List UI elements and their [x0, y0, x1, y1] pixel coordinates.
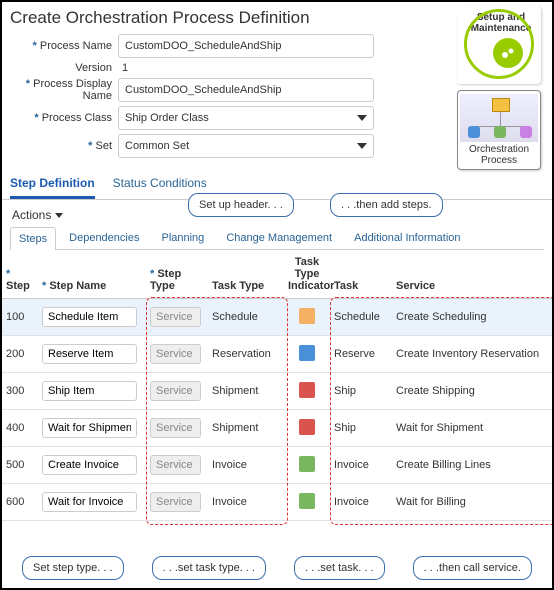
step-name-input[interactable] — [42, 344, 137, 364]
callout-step-type: Set step type. . . — [22, 556, 124, 580]
cell-service: Create Scheduling — [392, 299, 552, 336]
process-class-label: Process Class — [10, 112, 118, 124]
cell-service: Create Shipping — [392, 373, 552, 410]
invoice-icon — [299, 493, 315, 509]
table-row[interactable]: 200 Reservation ReserveCreate Inventory Re… — [2, 336, 552, 373]
cell-service: Wait for Billing — [392, 484, 552, 521]
reserve-icon — [299, 345, 315, 361]
cell-task: Ship — [330, 373, 392, 410]
setup-maintenance-badge[interactable]: Setup and Maintenance — [457, 6, 541, 84]
cell-task-type: Invoice — [208, 447, 284, 484]
step-name-input[interactable] — [42, 492, 137, 512]
cell-task-type: Invoice — [208, 484, 284, 521]
ship-icon — [299, 419, 315, 435]
table-row[interactable]: 400 Shipment ShipWait for Shipment — [2, 410, 552, 447]
subtab-planning[interactable]: Planning — [152, 226, 213, 249]
set-select[interactable]: Common Set — [118, 134, 374, 158]
sub-tabs: StepsDependenciesPlanningChange Manageme… — [2, 226, 552, 249]
table-row[interactable]: 500InvoiceInvoiceCreate Billing Lines — [2, 447, 552, 484]
cell-task-type: Schedule — [208, 299, 284, 336]
orchestration-diagram-icon — [460, 94, 538, 142]
cell-step: 600 — [2, 484, 38, 521]
ship-icon — [299, 382, 315, 398]
orchestration-process-badge[interactable]: Orchestration Process — [457, 90, 541, 170]
cell-task: Reserve — [330, 336, 392, 373]
step-type-input[interactable] — [150, 307, 201, 327]
subtab-dependencies[interactable]: Dependencies — [60, 226, 148, 249]
table-row[interactable]: 600InvoiceInvoiceWait for Billing — [2, 484, 552, 521]
col-task-type-indicator[interactable]: Task Type Indicator — [284, 250, 330, 299]
subtab-steps[interactable]: Steps — [10, 227, 56, 250]
step-name-input[interactable] — [42, 307, 137, 327]
cell-step: 200 — [2, 336, 38, 373]
process-class-value: Ship Order Class — [125, 112, 209, 124]
col-step-name[interactable]: * Step Name — [38, 250, 146, 299]
display-name-input[interactable] — [118, 78, 374, 102]
steps-table: * Step * Step Name * Step Type Task Type… — [2, 250, 552, 521]
col-service[interactable]: Service — [392, 250, 552, 299]
set-value: Common Set — [125, 140, 189, 152]
gears-icon — [493, 38, 523, 68]
table-row[interactable]: 100ScheduleScheduleCreate Scheduling — [2, 299, 552, 336]
invoice-icon — [299, 456, 315, 472]
cell-task: Ship — [330, 410, 392, 447]
col-step-type[interactable]: * Step Type — [146, 250, 208, 299]
cell-service: Wait for Shipment — [392, 410, 552, 447]
col-task[interactable]: Task — [330, 250, 392, 299]
badge-stack: Setup and Maintenance Orchestration Proc… — [454, 6, 544, 170]
cell-task-type: Reservation — [208, 336, 284, 373]
version-label: Version — [10, 62, 118, 74]
step-name-input[interactable] — [42, 455, 137, 475]
tab-step-definition[interactable]: Step Definition — [10, 170, 95, 199]
cell-step: 100 — [2, 299, 38, 336]
chevron-down-icon — [55, 213, 63, 218]
setup-circle-icon — [464, 9, 534, 79]
callout-add-steps: . . .then add steps. — [330, 193, 443, 217]
cell-step: 300 — [2, 373, 38, 410]
process-name-label: Process Name — [10, 40, 118, 52]
process-class-select[interactable]: Ship Order Class — [118, 106, 374, 130]
cell-service: Create Inventory Reservation — [392, 336, 552, 373]
step-name-input[interactable] — [42, 381, 137, 401]
cell-service: Create Billing Lines — [392, 447, 552, 484]
step-type-input[interactable] — [150, 344, 201, 364]
step-type-input[interactable] — [150, 492, 201, 512]
cell-task: Schedule — [330, 299, 392, 336]
col-step[interactable]: * Step — [2, 250, 38, 299]
cell-step: 500 — [2, 447, 38, 484]
schedule-icon — [299, 308, 315, 324]
callout-service: . . .then call service. — [413, 556, 532, 580]
chevron-down-icon — [357, 143, 367, 149]
process-name-input[interactable] — [118, 34, 374, 58]
col-task-type[interactable]: Task Type — [208, 250, 284, 299]
subtab-change-management[interactable]: Change Management — [217, 226, 341, 249]
cell-task: Invoice — [330, 484, 392, 521]
step-name-input[interactable] — [42, 418, 137, 438]
cell-task: Invoice — [330, 447, 392, 484]
version-value: 1 — [118, 62, 128, 74]
orchestration-label: Orchestration Process — [460, 144, 538, 166]
table-row[interactable]: 300 Shipment ShipCreate Shipping — [2, 373, 552, 410]
cell-task-type: Shipment — [208, 373, 284, 410]
callout-setup-header: Set up header. . . — [188, 193, 294, 217]
actions-label: Actions — [12, 208, 51, 222]
display-name-label: Process Display Name — [10, 78, 118, 102]
cell-step: 400 — [2, 410, 38, 447]
header-form: Process Name Version 1 Process Display N… — [2, 32, 382, 168]
step-type-input[interactable] — [150, 418, 201, 438]
chevron-down-icon — [357, 115, 367, 121]
step-type-input[interactable] — [150, 455, 201, 475]
subtab-additional-information[interactable]: Additional Information — [345, 226, 469, 249]
step-type-input[interactable] — [150, 381, 201, 401]
set-label: Set — [10, 140, 118, 152]
cell-task-type: Shipment — [208, 410, 284, 447]
callout-task-type: . . .set task type. . . — [152, 556, 266, 580]
callout-task: . . .set task. . . — [294, 556, 384, 580]
